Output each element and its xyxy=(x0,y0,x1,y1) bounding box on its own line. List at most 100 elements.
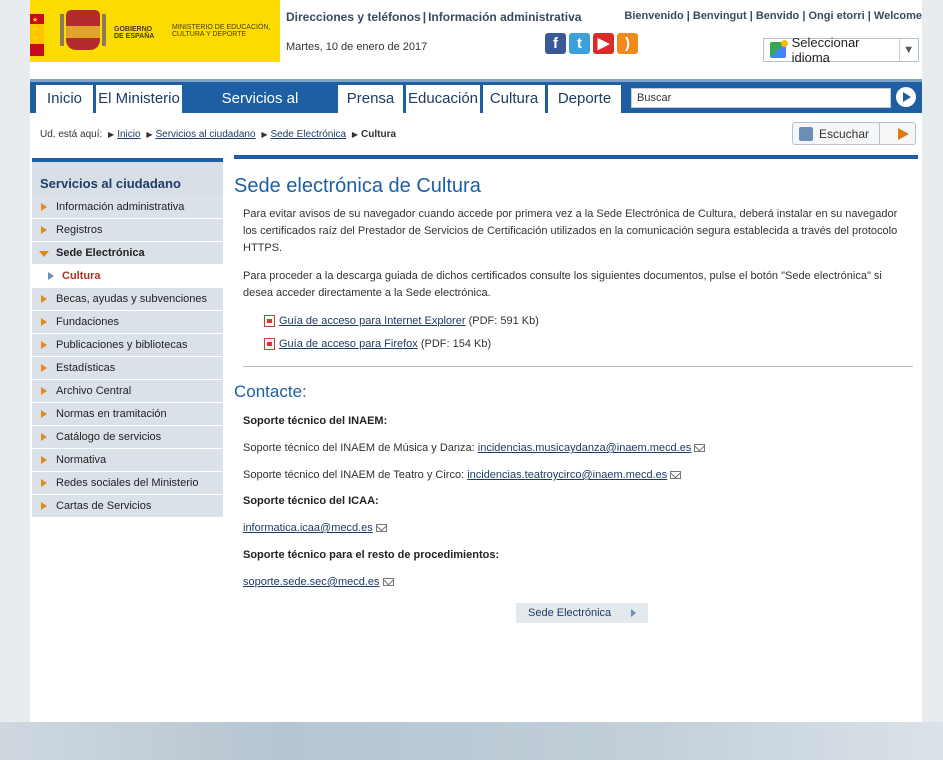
social-icons: f t ▶ ) xyxy=(545,33,638,54)
bottom-bar xyxy=(0,722,943,760)
nav-prensa[interactable]: Prensa xyxy=(338,85,403,113)
main-nav: Inicio El Ministerio Servicios al ciudad… xyxy=(30,79,922,135)
breadcrumb-separator-icon: ▶ xyxy=(146,130,153,139)
youtube-icon[interactable]: ▶ xyxy=(593,33,614,54)
breadcrumb-separator-icon: ▶ xyxy=(351,130,359,139)
intro-paragraph: Para evitar avisos de su navegador cuand… xyxy=(243,208,898,254)
pdf-icon xyxy=(264,315,275,328)
inaem-music-text: Soporte técnico del INAEM de Música y Da… xyxy=(243,442,475,454)
contact-title: Contacte: xyxy=(234,382,307,401)
divider xyxy=(243,366,913,367)
facebook-icon[interactable]: f xyxy=(545,33,566,54)
mail-icon xyxy=(382,578,394,587)
breadcrumb-inicio[interactable]: Inicio xyxy=(117,129,140,140)
speaker-icon xyxy=(799,127,813,141)
government-logo[interactable]: ★ ★ ★ GOBIERNO DE ESPAÑA MINISTERIO DE EDU… xyxy=(30,0,280,62)
doc-size-firefox: (PDF: 154 Kb) xyxy=(420,338,492,350)
breadcrumb-servicios[interactable]: Servicios al ciudadano xyxy=(156,129,256,140)
label-rest: Soporte técnico para el resto de procedi… xyxy=(243,549,500,561)
mail-icon xyxy=(670,471,682,480)
header: ★ ★ ★ GOBIERNO DE ESPAÑA MINISTERIO DE EDU… xyxy=(30,0,922,72)
nav-educacion[interactable]: Educación xyxy=(406,85,480,113)
search-button[interactable] xyxy=(896,87,916,107)
email-link-icaa[interactable]: informatica.icaa@mecd.es xyxy=(243,522,373,534)
page: ★ ★ ★ GOBIERNO DE ESPAÑA MINISTERIO DE EDU… xyxy=(30,0,922,722)
pdf-icon xyxy=(264,338,275,351)
lang-link[interactable]: Benvido xyxy=(756,10,799,22)
breadcrumb-prefix: Ud. está aquí: xyxy=(40,129,103,140)
rest-line: soporte.sede.sec@mecd.es xyxy=(243,576,394,588)
sidebar: Servicios al ciudadano Información admin… xyxy=(32,158,223,518)
sidebar-item-cultura[interactable]: Cultura xyxy=(32,265,223,288)
language-select[interactable]: Seleccionar idioma ▼ xyxy=(763,35,919,65)
chevron-down-icon: ▼ xyxy=(898,39,919,61)
inaem-theatre-text: Soporte técnico del INAEM de Teatro y Ci… xyxy=(243,469,465,481)
coat-of-arms-icon xyxy=(60,10,106,50)
breadcrumb-separator-icon: ▶ xyxy=(108,130,115,139)
doc-size-ie: (PDF: 591 Kb) xyxy=(468,315,539,327)
breadcrumb-sede[interactable]: Sede Electrónica xyxy=(271,129,347,140)
label-inaem: Soporte técnico del INAEM: xyxy=(243,415,388,427)
sidebar-item-becas[interactable]: Becas, ayudas y subvenciones xyxy=(32,288,223,311)
eu-stars-icon: ★ ★ ★ xyxy=(32,17,39,42)
doc-link-ie[interactable]: Guía de acceso para Internet Explorer xyxy=(279,315,466,327)
play-icon[interactable] xyxy=(898,128,909,140)
nav-inicio[interactable]: Inicio xyxy=(36,85,93,113)
main-content: Sede electrónica de Cultura Para evitar … xyxy=(234,155,918,715)
sidebar-item-sede-electronica[interactable]: Sede Electrónica xyxy=(32,242,223,265)
language-select-label: Seleccionar idioma xyxy=(791,35,860,65)
google-translate-icon xyxy=(770,40,788,58)
nav-servicios-al-ciudadano[interactable]: Servicios al ciudadano xyxy=(185,85,335,135)
lang-link[interactable]: Bienvenido xyxy=(624,10,683,22)
listen-button[interactable]: Escuchar xyxy=(792,122,916,145)
sidebar-item-redes-sociales[interactable]: Redes sociales del Ministerio xyxy=(32,472,223,495)
sidebar-title: Servicios al ciudadano xyxy=(32,158,223,196)
sidebar-item-normas[interactable]: Normas en tramitación xyxy=(32,403,223,426)
divider xyxy=(879,123,880,144)
mail-icon xyxy=(375,524,387,533)
main-top-bar xyxy=(234,155,918,159)
language-links: Bienvenido | Benvingut | Benvido | Ongi … xyxy=(624,10,922,22)
sidebar-item-normativa[interactable]: Normativa xyxy=(32,449,223,472)
top-link-admin-info[interactable]: Información administrativa xyxy=(426,10,583,24)
breadcrumb-separator-icon: ▶ xyxy=(261,130,268,139)
page-title: Sede electrónica de Cultura xyxy=(234,175,481,197)
rss-icon[interactable]: ) xyxy=(617,33,638,54)
lang-link[interactable]: Ongi etorri xyxy=(808,10,864,22)
label-icaa: Soporte técnico del ICAA: xyxy=(243,495,379,507)
sidebar-item-cartas[interactable]: Cartas de Servicios xyxy=(32,495,223,518)
top-links: Direcciones y teléfonos | Información admi… xyxy=(284,10,583,24)
doc-link-firefox[interactable]: Guía de acceso para Firefox xyxy=(279,338,418,350)
document-item-firefox: Guía de acceso para Firefox (PDF: 154 Kb… xyxy=(264,338,492,351)
sidebar-item-informacion-administrativa[interactable]: Información administrativa xyxy=(32,196,223,219)
email-link-musica[interactable]: incidencias.musicaydanza@inaem.mecd.es xyxy=(478,442,692,454)
top-link-directions[interactable]: Direcciones y teléfonos xyxy=(284,10,423,24)
listen-label: Escuchar xyxy=(819,127,870,141)
breadcrumb-current: Cultura xyxy=(361,129,397,140)
lang-link[interactable]: Welcome xyxy=(874,10,922,22)
email-link-soporte[interactable]: soporte.sede.sec@mecd.es xyxy=(243,576,380,588)
sidebar-item-fundaciones[interactable]: Fundaciones xyxy=(32,311,223,334)
email-link-teatro[interactable]: incidencias.teatroycirco@inaem.mecd.es xyxy=(467,469,667,481)
sede-electronica-button[interactable]: Sede Electrónica xyxy=(516,603,648,623)
search-input[interactable]: Buscar xyxy=(631,88,891,108)
nav-el-ministerio[interactable]: El Ministerio xyxy=(96,85,182,113)
icaa-line: informatica.icaa@mecd.es xyxy=(243,522,387,534)
breadcrumb: Ud. está aquí: ▶ Inicio ▶ Servicios al ciu… xyxy=(40,129,396,140)
sidebar-item-catalogo[interactable]: Catálogo de servicios xyxy=(32,426,223,449)
mail-icon xyxy=(694,444,706,453)
sidebar-item-estadisticas[interactable]: Estadísticas xyxy=(32,357,223,380)
sidebar-item-registros[interactable]: Registros xyxy=(32,219,223,242)
inaem-music-line: Soporte técnico del INAEM de Música y Da… xyxy=(243,442,706,454)
ministry-text: MINISTERIO DE EDUCACIÓN, CULTURA Y DEPOR… xyxy=(172,24,271,38)
nav-deporte[interactable]: Deporte xyxy=(548,85,621,113)
download-paragraph: Para proceder a la descarga guiada de di… xyxy=(243,270,882,299)
inaem-theatre-line: Soporte técnico del INAEM de Teatro y Ci… xyxy=(243,469,682,481)
twitter-icon[interactable]: t xyxy=(569,33,590,54)
gov-text: GOBIERNO DE ESPAÑA xyxy=(114,26,155,40)
date-text: Martes, 10 de enero de 2017 xyxy=(286,41,428,53)
sidebar-item-publicaciones[interactable]: Publicaciones y bibliotecas xyxy=(32,334,223,357)
nav-cultura[interactable]: Cultura xyxy=(483,85,545,113)
sidebar-item-archivo-central[interactable]: Archivo Central xyxy=(32,380,223,403)
lang-link[interactable]: Benvingut xyxy=(693,10,747,22)
